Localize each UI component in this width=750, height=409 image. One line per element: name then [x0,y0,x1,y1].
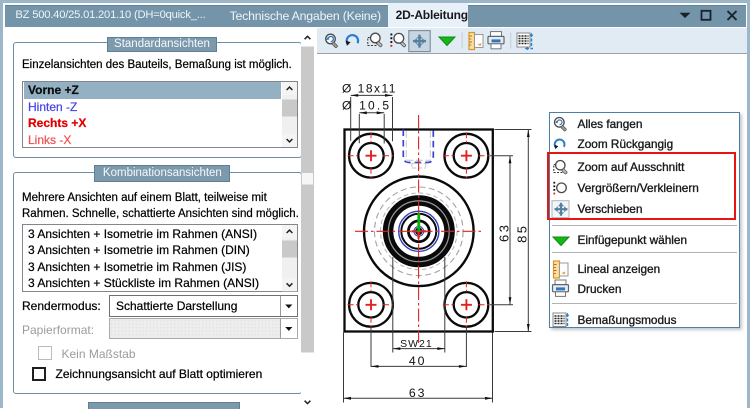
svg-text:63: 63 [409,386,427,400]
svg-text:Ø 18x11: Ø 18x11 [342,81,397,95]
svg-text:85: 85 [515,223,530,242]
svg-text:SW21: SW21 [400,338,433,350]
svg-text:40: 40 [409,354,427,368]
svg-text:Ø 10.5: Ø 10.5 [342,98,391,112]
svg-text:63: 63 [497,223,512,242]
